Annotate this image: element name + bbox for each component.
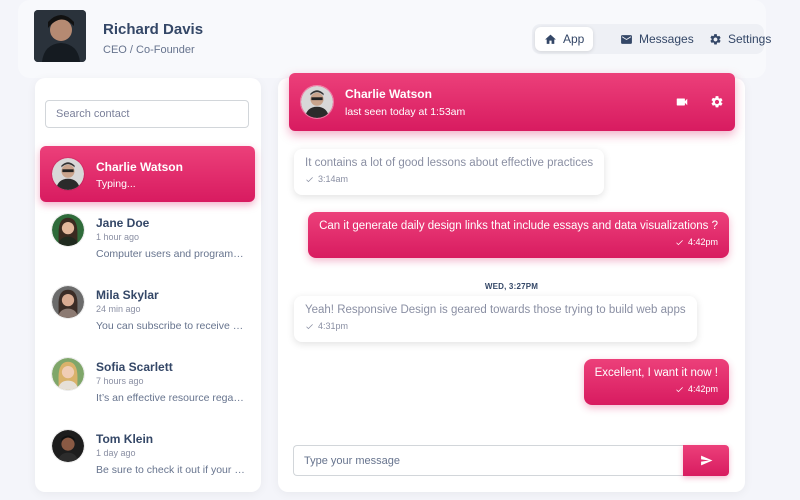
contact-avatar — [51, 429, 85, 463]
message-text: Yeah! Responsive Design is geared toward… — [305, 304, 686, 316]
send-icon — [700, 455, 712, 466]
message-time: 4:42pm — [687, 384, 718, 394]
contact-avatar — [51, 357, 85, 391]
message-meta: 4:42pm — [319, 237, 718, 247]
tab-messages[interactable]: Messages — [611, 27, 703, 51]
contact-item[interactable]: Mila Skylar 24 min ago You can subscribe… — [40, 274, 255, 332]
contact-time: 1 day ago — [96, 448, 136, 458]
contact-avatar — [51, 157, 85, 191]
contact-avatar — [51, 285, 85, 319]
gear-icon — [710, 33, 721, 44]
message-incoming: Yeah! Responsive Design is geared toward… — [294, 296, 697, 342]
contact-item[interactable]: Sofia Scarlett 7 hours ago It’s an effec… — [40, 346, 255, 404]
mail-icon — [621, 34, 632, 44]
contact-last-message: Computer users and programmers — [96, 248, 246, 260]
message-meta: 4:31pm — [305, 321, 686, 331]
contact-item[interactable]: Charlie Watson Typing... — [40, 146, 255, 202]
search-contact-input[interactable] — [45, 100, 249, 128]
check-icon — [306, 176, 313, 182]
chat-contact-name: Charlie Watson — [345, 87, 432, 101]
tab-settings-label: Settings — [728, 32, 772, 46]
contact-last-message: You can subscribe to receive weekly upda… — [96, 320, 246, 332]
contact-avatar — [51, 213, 85, 247]
video-call-button[interactable] — [675, 95, 689, 109]
tab-app[interactable]: App — [535, 27, 594, 51]
tab-app-label: App — [563, 32, 585, 46]
avatar-photo — [34, 10, 86, 62]
send-button[interactable] — [683, 445, 729, 476]
contact-last-message: It’s an effective resource regardless — [96, 392, 246, 404]
contact-name: Sofia Scarlett — [96, 360, 173, 374]
message-outgoing: Excellent, I want it now ! 4:42pm — [583, 359, 729, 405]
check-icon — [676, 239, 683, 245]
profile-role: CEO / Co-Founder — [103, 44, 195, 56]
contact-name: Charlie Watson — [96, 160, 183, 174]
nav-tabs: App Messages Settings — [532, 24, 771, 54]
chat-last-seen: last seen today at 1:53am — [345, 106, 466, 118]
contact-name: Mila Skylar — [96, 288, 159, 302]
tab-messages-label: Messages — [639, 32, 694, 46]
videocam-icon — [676, 98, 688, 106]
contact-item[interactable]: Tom Klein 1 day ago Be sure to check it … — [40, 418, 255, 476]
chat-settings-button[interactable] — [710, 95, 724, 109]
profile-name: Richard Davis — [103, 21, 204, 38]
contact-name: Tom Klein — [96, 432, 154, 446]
message-meta: 4:42pm — [595, 384, 718, 394]
message-input[interactable] — [293, 445, 684, 476]
tab-settings[interactable]: Settings — [700, 27, 780, 51]
check-icon — [306, 323, 313, 329]
message-time: 4:31pm — [318, 321, 349, 331]
home-icon — [545, 34, 556, 44]
chat-contact-avatar — [300, 85, 334, 119]
date-separator: WED, 3:27PM — [484, 282, 539, 291]
contact-name: Jane Doe — [96, 216, 150, 230]
contacts-panel: Charlie Watson Typing... Jane Doe 1 hour… — [35, 78, 261, 492]
message-text: It contains a lot of good lessons about … — [305, 157, 594, 169]
contact-time: 24 min ago — [96, 304, 141, 314]
gear-icon — [711, 96, 723, 108]
contact-time: 1 hour ago — [96, 232, 140, 242]
profile-avatar — [34, 10, 86, 62]
message-text: Excellent, I want it now ! — [594, 367, 718, 379]
message-outgoing: Can it generate daily design links that … — [308, 212, 729, 258]
contact-item[interactable]: Jane Doe 1 hour ago Computer users and p… — [40, 202, 255, 260]
chat-header: Charlie Watson last seen today at 1:53am — [289, 73, 735, 131]
message-time: 4:42pm — [687, 237, 718, 247]
message-meta: 3:14am — [305, 174, 593, 184]
check-icon — [676, 386, 683, 392]
contact-last-message: Be sure to check it out if your dev team — [96, 464, 246, 476]
message-text: Can it generate daily design links that … — [319, 220, 718, 232]
contact-last-message: Typing... — [96, 178, 136, 190]
message-time: 3:14am — [318, 174, 349, 184]
profile-header: Richard Davis CEO / Co-Founder App Messa… — [18, 0, 771, 78]
contact-time: 7 hours ago — [96, 376, 144, 386]
chat-panel: Charlie Watson last seen today at 1:53am… — [278, 73, 745, 492]
message-incoming: It contains a lot of good lessons about … — [294, 149, 605, 195]
